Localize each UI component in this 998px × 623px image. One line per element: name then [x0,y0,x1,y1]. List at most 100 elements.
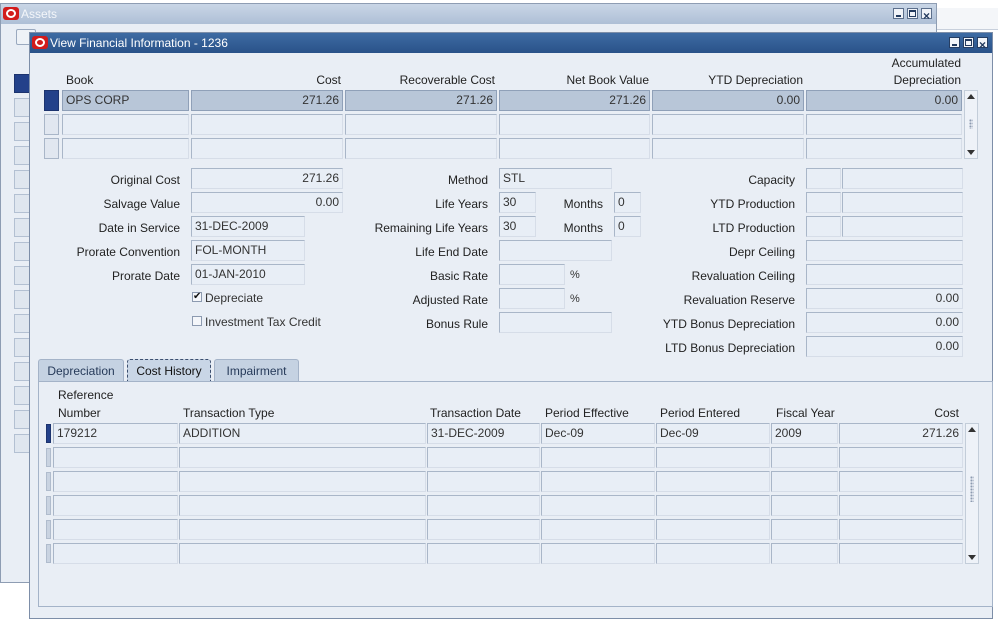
book-field[interactable] [62,138,189,159]
remaining-life-years-field[interactable]: 30 [499,216,536,237]
fiscal-year-field[interactable]: 2009 [771,423,838,444]
row-indicator[interactable] [46,448,51,467]
row-indicator[interactable] [46,544,51,563]
accumulated-depreciation-field[interactable]: 0.00 [806,90,962,111]
tab-cost-history[interactable]: Cost History [127,359,211,382]
period-entered-field[interactable] [656,519,770,540]
fiscal-year-field[interactable] [771,543,838,564]
cost-field[interactable] [839,495,963,516]
cost-history-scrollbar[interactable] [965,423,979,564]
method-field[interactable]: STL [499,168,612,189]
basic-rate-field[interactable] [499,264,565,285]
original-cost-field[interactable]: 271.26 [191,168,343,189]
date-in-service-field[interactable]: 31-DEC-2009 [191,216,305,237]
row-selector[interactable] [44,90,59,111]
window-title-bar[interactable]: View Financial Information - 1236 [30,33,992,55]
reference-number-field[interactable] [53,519,178,540]
depreciate-checkbox[interactable]: ✔ [192,292,202,302]
recoverable-cost-field[interactable]: 271.26 [345,90,497,111]
transaction-type-field[interactable] [179,543,426,564]
reference-number-field[interactable] [53,495,178,516]
salvage-value-field[interactable]: 0.00 [191,192,343,213]
close-icon[interactable] [977,35,988,55]
period-effective-field[interactable] [541,471,655,492]
minimize-icon[interactable] [893,8,904,19]
row-indicator[interactable] [46,424,51,443]
cost-field[interactable] [839,519,963,540]
period-effective-field[interactable] [541,543,655,564]
period-entered-field[interactable]: Dec-09 [656,423,770,444]
transaction-date-field[interactable]: 31-DEC-2009 [427,423,540,444]
book-field[interactable] [62,114,189,135]
period-effective-field[interactable] [541,447,655,468]
ytd-bonus-depreciation-field[interactable]: 0.00 [806,312,963,333]
life-end-date-field[interactable] [499,240,612,261]
period-entered-field[interactable] [656,447,770,468]
row-indicator[interactable] [46,520,51,539]
transaction-date-field[interactable] [427,471,540,492]
transaction-type-field[interactable]: ADDITION [179,423,426,444]
accumulated-depreciation-field[interactable] [806,138,962,159]
transaction-type-field[interactable] [179,471,426,492]
revaluation-reserve-field[interactable]: 0.00 [806,288,963,309]
adjusted-rate-field[interactable] [499,288,565,309]
transaction-date-field[interactable] [427,519,540,540]
reference-number-field[interactable]: 179212 [53,423,178,444]
transaction-date-field[interactable] [427,495,540,516]
depr-ceiling-field[interactable] [806,240,963,261]
prorate-convention-field[interactable]: FOL-MONTH [191,240,305,261]
ytd-depreciation-field[interactable] [652,114,804,135]
fiscal-year-field[interactable] [771,471,838,492]
ytd-production-value-field[interactable] [842,192,963,213]
ytd-production-field[interactable] [806,192,841,213]
ltd-production-value-field[interactable] [842,216,963,237]
reference-number-field[interactable] [53,471,178,492]
cost-field[interactable] [191,138,343,159]
books-scrollbar[interactable] [964,90,978,159]
bonus-rule-field[interactable] [499,312,612,333]
recoverable-cost-field[interactable] [345,114,497,135]
scroll-grip-icon[interactable] [969,119,973,129]
ytd-depreciation-field[interactable]: 0.00 [652,90,804,111]
net-book-value-field[interactable]: 271.26 [499,90,650,111]
assets-title-bar[interactable]: Assets [1,4,936,26]
reference-number-field[interactable] [53,543,178,564]
cost-field[interactable] [839,543,963,564]
book-field[interactable]: OPS CORP [62,90,189,111]
life-years-field[interactable]: 30 [499,192,536,213]
minimize-icon[interactable] [949,37,960,48]
scroll-down-icon[interactable] [967,150,975,155]
period-effective-field[interactable] [541,495,655,516]
fiscal-year-field[interactable] [771,495,838,516]
row-indicator[interactable] [46,496,51,515]
tab-depreciation[interactable]: Depreciation [38,359,124,382]
ytd-depreciation-field[interactable] [652,138,804,159]
revaluation-ceiling-field[interactable] [806,264,963,285]
reference-number-field[interactable] [53,447,178,468]
cost-field[interactable] [839,447,963,468]
transaction-type-field[interactable] [179,447,426,468]
maximize-icon[interactable] [907,8,918,19]
period-effective-field[interactable]: Dec-09 [541,423,655,444]
scroll-grip-icon[interactable] [970,476,974,502]
scroll-up-icon[interactable] [968,427,976,432]
period-entered-field[interactable] [656,543,770,564]
row-selector[interactable] [44,114,59,135]
net-book-value-field[interactable] [499,114,650,135]
scroll-up-icon[interactable] [967,94,975,99]
period-effective-field[interactable] [541,519,655,540]
cost-field[interactable]: 271.26 [839,423,963,444]
fiscal-year-field[interactable] [771,519,838,540]
row-selector[interactable] [44,138,59,159]
ltd-production-field[interactable] [806,216,841,237]
scroll-down-icon[interactable] [968,555,976,560]
transaction-date-field[interactable] [427,447,540,468]
accumulated-depreciation-field[interactable] [806,114,962,135]
fiscal-year-field[interactable] [771,447,838,468]
transaction-date-field[interactable] [427,543,540,564]
investment-tax-credit-checkbox[interactable] [192,316,202,326]
cost-field[interactable] [839,471,963,492]
period-entered-field[interactable] [656,471,770,492]
ltd-bonus-depreciation-field[interactable]: 0.00 [806,336,963,357]
period-entered-field[interactable] [656,495,770,516]
